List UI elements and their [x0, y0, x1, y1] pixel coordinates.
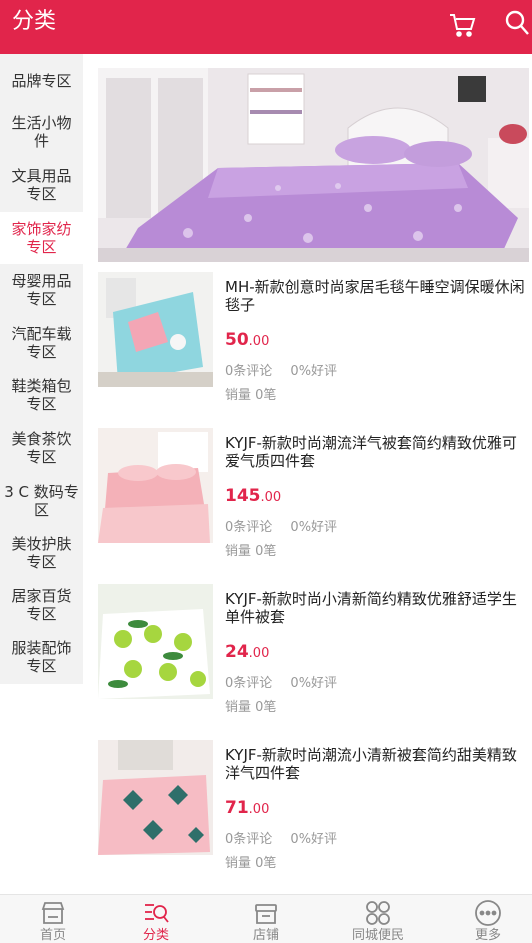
- product-meta: 0条评论 0%好评: [225, 360, 351, 379]
- tab-label: 首页: [39, 928, 66, 943]
- sales-count: 销量 0笔: [225, 856, 277, 871]
- sidebar-item-label: 汽配车载专区: [11, 325, 72, 361]
- sidebar-item-household[interactable]: 居家百货专区: [0, 585, 83, 625]
- sidebar-item-label: 母婴用品专区: [11, 272, 72, 308]
- sales-count: 销量 0笔: [225, 544, 277, 559]
- tab-category[interactable]: 分类: [103, 895, 209, 943]
- sidebar-item-label: 家饰家纺专区: [11, 220, 72, 256]
- price-decimal: .00: [260, 490, 282, 505]
- positive-rating: 0%好评: [290, 676, 338, 691]
- price-integer: 145: [225, 486, 261, 506]
- product-card[interactable]: KYJF-新款时尚小清新简约精致优雅舒适学生单件被套 24.00 0条评论 0%…: [98, 584, 529, 715]
- banner-image: [98, 68, 529, 262]
- product-image: [98, 428, 213, 543]
- tab-home[interactable]: 首页: [0, 895, 106, 943]
- tab-label: 分类: [142, 928, 169, 943]
- sales-count: 销量 0笔: [225, 388, 277, 403]
- more-icon: [475, 900, 501, 926]
- price-decimal: .00: [248, 802, 270, 817]
- category-icon: [145, 904, 169, 923]
- product-price: 145.00: [225, 486, 281, 506]
- price-decimal: .00: [248, 334, 270, 349]
- bottom-tab-bar: 首页 分类 店铺 同城便民 更多: [0, 894, 532, 943]
- price-integer: 71: [225, 798, 249, 818]
- sidebar-item-label: 美妆护肤专区: [11, 535, 72, 571]
- positive-rating: 0%好评: [290, 832, 338, 847]
- sidebar-item-home-textiles[interactable]: 家饰家纺专区: [0, 212, 83, 264]
- cart-icon[interactable]: [448, 11, 476, 39]
- comment-count: 0条评论: [225, 520, 273, 535]
- product-card[interactable]: MH-新款创意时尚家居毛毯午睡空调保暖休闲毯子 50.00 0条评论 0%好评 …: [98, 272, 529, 403]
- sidebar-item-label: 鞋类箱包专区: [11, 377, 72, 413]
- product-list-area: MH-新款创意时尚家居毛毯午睡空调保暖休闲毯子 50.00 0条评论 0%好评 …: [83, 54, 532, 894]
- sales-count: 销量 0笔: [225, 700, 277, 715]
- sidebar-item-label: 美食茶饮专区: [11, 430, 72, 466]
- product-title[interactable]: KYJF-新款时尚小清新简约精致优雅舒适学生单件被套: [225, 590, 529, 626]
- sidebar-item-apparel[interactable]: 服装配饰专区: [0, 637, 83, 677]
- sidebar-item-label: 文具用品专区: [11, 167, 72, 203]
- sidebar-item-label: 服装配饰专区: [11, 639, 72, 675]
- sidebar-item-auto[interactable]: 汽配车载专区: [0, 323, 83, 363]
- tab-more[interactable]: 更多: [435, 895, 532, 943]
- search-icon[interactable]: [504, 9, 530, 37]
- sidebar-item-label: 3 C 数码专区: [4, 483, 79, 519]
- tab-local-services[interactable]: 同城便民: [325, 895, 431, 943]
- positive-rating: 0%好评: [290, 520, 338, 535]
- sidebar-item-shoes-bags[interactable]: 鞋类箱包专区: [0, 375, 83, 415]
- sidebar-item-food-tea[interactable]: 美食茶饮专区: [0, 428, 83, 468]
- sidebar-item-brand[interactable]: 品牌专区: [0, 66, 83, 96]
- comment-count: 0条评论: [225, 676, 273, 691]
- product-price: 71.00: [225, 798, 269, 818]
- price-integer: 24: [225, 642, 249, 662]
- home-icon: [41, 902, 65, 924]
- tab-label: 店铺: [252, 928, 279, 943]
- store-icon: [255, 904, 277, 924]
- product-image: [98, 272, 213, 387]
- product-image: [98, 740, 213, 855]
- comment-count: 0条评论: [225, 832, 273, 847]
- product-meta: 0条评论 0%好评: [225, 828, 351, 847]
- product-title[interactable]: MH-新款创意时尚家居毛毯午睡空调保暖休闲毯子: [225, 278, 529, 314]
- price-decimal: .00: [248, 646, 270, 661]
- tab-store[interactable]: 店铺: [213, 895, 319, 943]
- product-card[interactable]: KYJF-新款时尚潮流小清新被套简约甜美精致洋气四件套 71.00 0条评论 0…: [98, 740, 529, 871]
- product-meta: 0条评论 0%好评: [225, 516, 351, 535]
- product-price: 24.00: [225, 642, 269, 662]
- comment-count: 0条评论: [225, 364, 273, 379]
- sidebar-item-stationery[interactable]: 文具用品专区: [0, 165, 83, 205]
- product-title[interactable]: KYJF-新款时尚潮流洋气被套简约精致优雅可爱气质四件套: [225, 434, 529, 470]
- product-card[interactable]: KYJF-新款时尚潮流洋气被套简约精致优雅可爱气质四件套 145.00 0条评论…: [98, 428, 529, 559]
- product-meta: 0条评论 0%好评: [225, 672, 351, 691]
- product-title[interactable]: KYJF-新款时尚潮流小清新被套简约甜美精致洋气四件套: [225, 746, 529, 782]
- sidebar-item-beauty[interactable]: 美妆护肤专区: [0, 533, 83, 573]
- tab-label: 同城便民: [351, 928, 404, 943]
- sidebar-item-maternity[interactable]: 母婴用品专区: [0, 270, 83, 310]
- sidebar-item-lifestyle[interactable]: 生活小物件: [0, 112, 83, 152]
- page-title: 分类: [12, 9, 57, 34]
- category-banner[interactable]: [98, 68, 529, 262]
- top-bar: 分类: [0, 0, 532, 54]
- sidebar-item-digital[interactable]: 3 C 数码专区: [0, 481, 83, 521]
- grid-icon: [366, 901, 390, 925]
- tab-label: 更多: [474, 928, 501, 943]
- product-image: [98, 584, 213, 699]
- sidebar-item-label: 生活小物件: [11, 114, 72, 150]
- product-price: 50.00: [225, 330, 269, 350]
- positive-rating: 0%好评: [290, 364, 338, 379]
- sidebar-item-label: 品牌专区: [11, 72, 72, 90]
- category-sidebar: 品牌专区 生活小物件 文具用品专区 家饰家纺专区 母婴用品专区 汽配车载专区 鞋…: [0, 54, 83, 684]
- sidebar-item-label: 居家百货专区: [11, 587, 72, 623]
- price-integer: 50: [225, 330, 249, 350]
